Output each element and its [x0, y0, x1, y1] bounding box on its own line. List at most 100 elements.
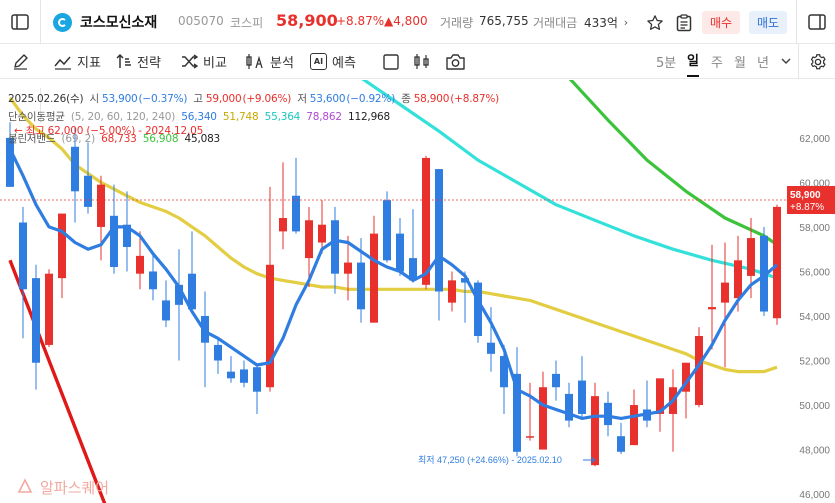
candle-body — [71, 146, 79, 192]
volume-value: 765,755 — [479, 14, 529, 28]
screenshot-button[interactable] — [446, 44, 465, 79]
candle-body — [253, 367, 261, 392]
candle — [513, 347, 521, 457]
candle-body — [32, 278, 40, 363]
candle-body — [721, 282, 729, 303]
candle — [448, 271, 456, 312]
last-price-tag: 58,900 +8.87% — [787, 186, 835, 214]
candle-body — [474, 282, 482, 337]
candle — [97, 175, 105, 261]
sidebar-icon — [11, 14, 29, 30]
close-change: (+8.87%) — [450, 93, 499, 105]
candle — [383, 191, 391, 263]
strategy-button[interactable]: 전략 — [116, 44, 161, 79]
memo-button[interactable] — [673, 12, 695, 34]
y-tick-label: 48,000 — [799, 446, 830, 457]
candle — [409, 209, 417, 283]
panel-icon — [808, 14, 826, 30]
buy-button[interactable]: 매수 — [702, 11, 740, 34]
candle-body — [396, 233, 404, 272]
y-tick-label: 54,000 — [799, 312, 830, 323]
panel-toggle-button[interactable] — [805, 10, 829, 34]
candle-body — [708, 307, 716, 310]
favorite-button[interactable] — [644, 12, 666, 34]
high-value: 59,000 — [205, 93, 242, 105]
low-value: 53,600 — [309, 93, 346, 105]
candle-body — [773, 206, 781, 319]
sort-arrows-icon — [116, 53, 131, 68]
candle-body — [136, 255, 144, 274]
timeframe-week[interactable]: 주 — [711, 44, 723, 79]
high-label: 고 — [193, 93, 203, 105]
candle-body — [279, 218, 287, 232]
candle-body — [565, 393, 573, 421]
candle — [526, 382, 534, 441]
compare-button[interactable]: 비교 — [181, 44, 227, 79]
candle-body — [604, 402, 612, 426]
bb-label: 볼린저밴드 — [8, 133, 56, 145]
timeframe-5min[interactable]: 5분 — [656, 44, 676, 79]
y-tick-label: 58,000 — [799, 223, 830, 234]
bollinger-legend[interactable]: 볼린저밴드 (69, 2) 68,733 56,908 45,083 — [8, 131, 223, 146]
square-icon — [383, 53, 399, 70]
chart-type-button[interactable] — [413, 44, 431, 79]
candle — [578, 356, 586, 419]
ma-legend[interactable]: 단순이동평균 (5, 20, 60, 120, 240) 56,340 51,7… — [8, 109, 393, 124]
candle-body — [331, 220, 339, 274]
stock-name[interactable]: 코스모신소재 — [80, 12, 157, 32]
candle — [773, 204, 781, 325]
candle-body — [578, 380, 586, 414]
header-scroll-button[interactable]: › — [620, 12, 632, 32]
candle — [396, 218, 404, 276]
timeframe-month[interactable]: 월 — [734, 44, 746, 79]
trend-chart-icon — [54, 56, 71, 70]
candle — [188, 231, 196, 310]
candle-body — [45, 273, 53, 345]
open-value: 53,900 — [101, 93, 138, 105]
close-value: 58,900 — [413, 93, 450, 105]
candle-body — [435, 169, 443, 292]
checkbox-toggle[interactable] — [383, 44, 399, 79]
timeframe-dropdown[interactable] — [781, 44, 791, 79]
candle-body — [58, 213, 66, 279]
candle-body — [344, 262, 352, 274]
y-tick-label: 50,000 — [799, 401, 830, 412]
chart-settings-button[interactable] — [809, 44, 827, 79]
y-tick-label: 62,000 — [799, 134, 830, 145]
bb-lower-value: 45,083 — [184, 133, 221, 145]
candle — [227, 356, 235, 383]
candle-body — [110, 215, 118, 268]
indicator-button[interactable]: 지표 — [54, 44, 101, 79]
ma5-value: 56,340 — [181, 111, 217, 123]
y-tick-label: 56,000 — [799, 267, 830, 278]
candle — [643, 380, 651, 428]
amount-label: 거래대금 — [533, 16, 578, 30]
ai-predict-button[interactable]: AI 예측 — [310, 44, 356, 79]
candle — [292, 157, 300, 234]
chevron-down-icon — [781, 58, 791, 65]
candle-body — [149, 271, 157, 290]
candle — [214, 338, 222, 374]
amount-value: 433억 — [584, 16, 618, 30]
timeframe-day[interactable]: 일 — [687, 44, 699, 77]
candle — [32, 264, 40, 390]
low-change: (−0.92%) — [346, 93, 396, 105]
sidebar-toggle-button[interactable] — [8, 10, 32, 34]
candle — [240, 360, 248, 388]
candle-body — [318, 224, 326, 243]
candle-scale-icon — [246, 54, 263, 69]
candle-body — [630, 405, 638, 446]
candle — [565, 382, 573, 428]
analysis-button[interactable]: 분석 — [245, 44, 294, 79]
high-change: (+9.06%) — [242, 93, 292, 105]
candle-body — [357, 262, 365, 310]
stock-code: 005070 — [178, 14, 224, 28]
candle-body — [305, 220, 313, 259]
ma120-line — [568, 80, 778, 247]
candle-body — [162, 300, 170, 321]
candle — [201, 291, 209, 388]
sell-button[interactable]: 매도 — [749, 11, 787, 34]
bb-mid-value: 56,908 — [142, 133, 179, 145]
drawing-pen-button[interactable] — [12, 44, 29, 79]
timeframe-year[interactable]: 년 — [757, 44, 769, 79]
